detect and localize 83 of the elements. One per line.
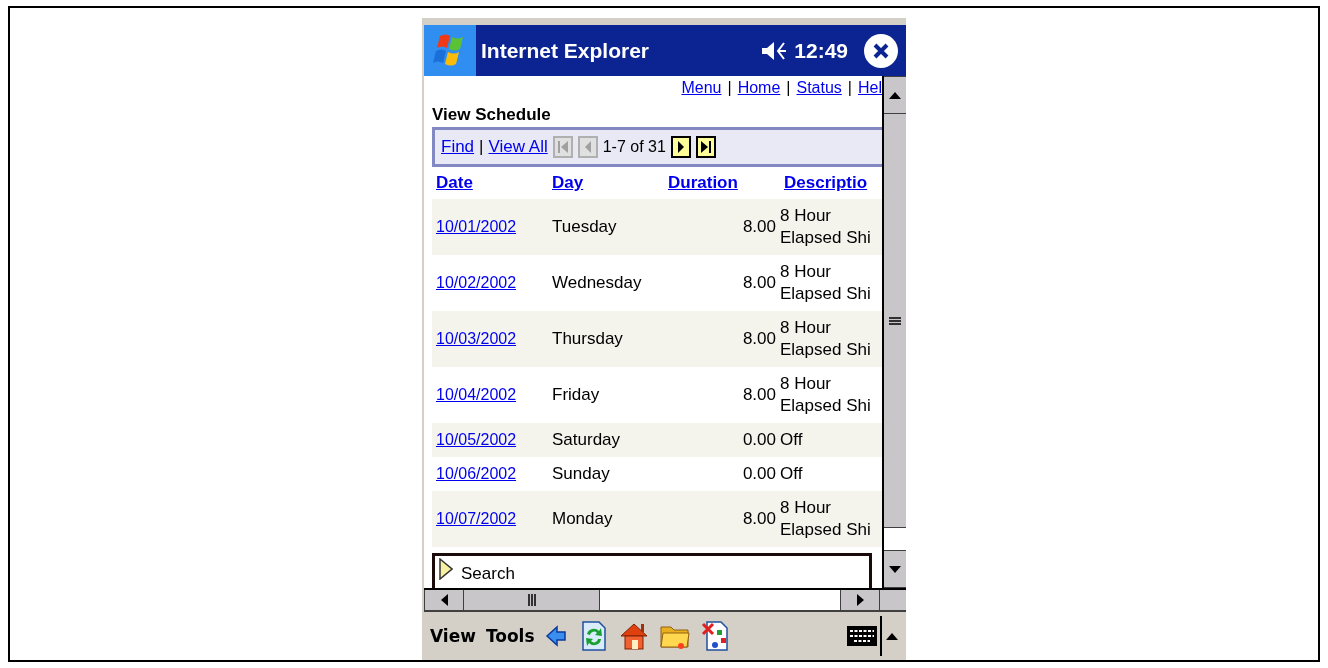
search-bar[interactable]: Search bbox=[432, 553, 872, 588]
duration-cell-text: 8.00 bbox=[741, 385, 777, 405]
search-label: Search bbox=[461, 564, 515, 584]
keyboard-button[interactable] bbox=[846, 625, 878, 647]
home-button[interactable] bbox=[618, 621, 649, 651]
day-cell-text: Tuesday bbox=[551, 217, 618, 237]
scroll-right-button[interactable] bbox=[840, 590, 880, 610]
close-icon bbox=[873, 42, 889, 59]
first-page-icon bbox=[556, 140, 569, 154]
input-menu-button[interactable] bbox=[886, 632, 898, 640]
day-cell-text: Monday bbox=[551, 509, 614, 529]
page-range: 1-7 of 31 bbox=[602, 138, 666, 156]
start-button[interactable] bbox=[424, 25, 476, 76]
date-link[interactable]: 10/07/2002 bbox=[432, 510, 548, 528]
description-cell-text: Off bbox=[780, 463, 804, 485]
date-link[interactable]: 10/02/2002 bbox=[432, 274, 548, 292]
duration-cell-text: 0.00 bbox=[741, 464, 777, 484]
nav-link[interactable]: Home bbox=[737, 79, 781, 97]
up-caret-icon bbox=[886, 632, 898, 640]
keyboard-icon bbox=[846, 625, 878, 647]
description-cell-text: Off bbox=[780, 429, 804, 451]
duration-cell-text: 0.00 bbox=[741, 430, 777, 450]
last-page-button[interactable] bbox=[695, 136, 716, 158]
grip-icon bbox=[527, 594, 536, 606]
day-cell-text: Friday bbox=[551, 385, 601, 405]
back-arrow-icon bbox=[544, 625, 567, 647]
pager-link[interactable]: Find bbox=[441, 137, 475, 157]
up-arrow-icon bbox=[889, 91, 901, 99]
column-header[interactable]: Date bbox=[432, 173, 548, 193]
menu-item[interactable]: View bbox=[430, 626, 476, 646]
scrollbar-corner bbox=[880, 590, 906, 610]
duration-cell-text: 8.00 bbox=[741, 273, 777, 293]
duration-cell-text: 8.00 bbox=[741, 509, 777, 529]
app-title: Internet Explorer bbox=[481, 38, 651, 63]
day-cell-text: Thursday bbox=[551, 329, 624, 349]
triangle-icon bbox=[439, 558, 453, 580]
scroll-down-button[interactable] bbox=[884, 550, 906, 588]
scroll-thumb[interactable] bbox=[884, 114, 906, 528]
right-arrow-icon bbox=[856, 594, 864, 606]
column-header[interactable]: Descriptio bbox=[780, 173, 882, 193]
description-cell-text: 8 Hour Elapsed Shi bbox=[780, 373, 872, 417]
column-header[interactable]: Duration bbox=[664, 173, 780, 193]
description-cell-text: 8 Hour Elapsed Shi bbox=[780, 317, 872, 361]
day-cell-text: Wednesday bbox=[551, 273, 643, 293]
down-arrow-icon bbox=[889, 565, 901, 573]
nav-link[interactable]: Hel bbox=[858, 79, 882, 97]
nav-link[interactable]: Menu bbox=[681, 79, 722, 97]
day-cell-text: Saturday bbox=[551, 430, 622, 450]
day-cell-text: Sunday bbox=[551, 464, 611, 484]
description-cell-text: 8 Hour Elapsed Shi bbox=[780, 261, 872, 305]
link-separator: | bbox=[786, 79, 791, 97]
speaker-icon[interactable] bbox=[760, 39, 789, 62]
pager-link[interactable]: View All bbox=[488, 137, 548, 157]
scroll-left-button[interactable] bbox=[424, 590, 464, 610]
duration-cell-text: 8.00 bbox=[741, 329, 777, 349]
column-header[interactable]: Day bbox=[548, 173, 664, 193]
stop-button[interactable] bbox=[700, 620, 731, 652]
horizontal-scroll-thumb[interactable] bbox=[464, 590, 600, 610]
back-button[interactable] bbox=[544, 625, 567, 647]
description-cell-text: 8 Hour Elapsed Shi bbox=[780, 497, 872, 541]
next-page-icon bbox=[675, 140, 686, 154]
duration-cell-text: 8.00 bbox=[741, 217, 777, 237]
home-icon bbox=[618, 621, 649, 651]
left-arrow-icon bbox=[440, 594, 448, 606]
scroll-up-button[interactable] bbox=[884, 76, 906, 114]
link-separator: | bbox=[479, 137, 484, 157]
next-page-button[interactable] bbox=[670, 136, 691, 158]
clock-time[interactable]: 12:49 bbox=[794, 38, 848, 63]
page-title: View Schedule bbox=[432, 105, 552, 125]
close-button[interactable] bbox=[864, 33, 898, 68]
date-link[interactable]: 10/05/2002 bbox=[432, 431, 548, 449]
grip-icon bbox=[889, 316, 901, 325]
link-separator: | bbox=[847, 79, 852, 97]
date-link[interactable]: 10/03/2002 bbox=[432, 330, 548, 348]
date-link[interactable]: 10/06/2002 bbox=[432, 465, 548, 483]
date-link[interactable]: 10/04/2002 bbox=[432, 386, 548, 404]
link-separator: | bbox=[727, 79, 732, 97]
description-cell-text: 8 Hour Elapsed Shi bbox=[780, 205, 872, 249]
last-page-icon bbox=[699, 140, 712, 154]
document-x-icon bbox=[700, 620, 731, 652]
menu-item[interactable]: Tools bbox=[485, 626, 535, 646]
nav-link[interactable]: Status bbox=[796, 79, 842, 97]
date-link[interactable]: 10/01/2002 bbox=[432, 218, 548, 236]
